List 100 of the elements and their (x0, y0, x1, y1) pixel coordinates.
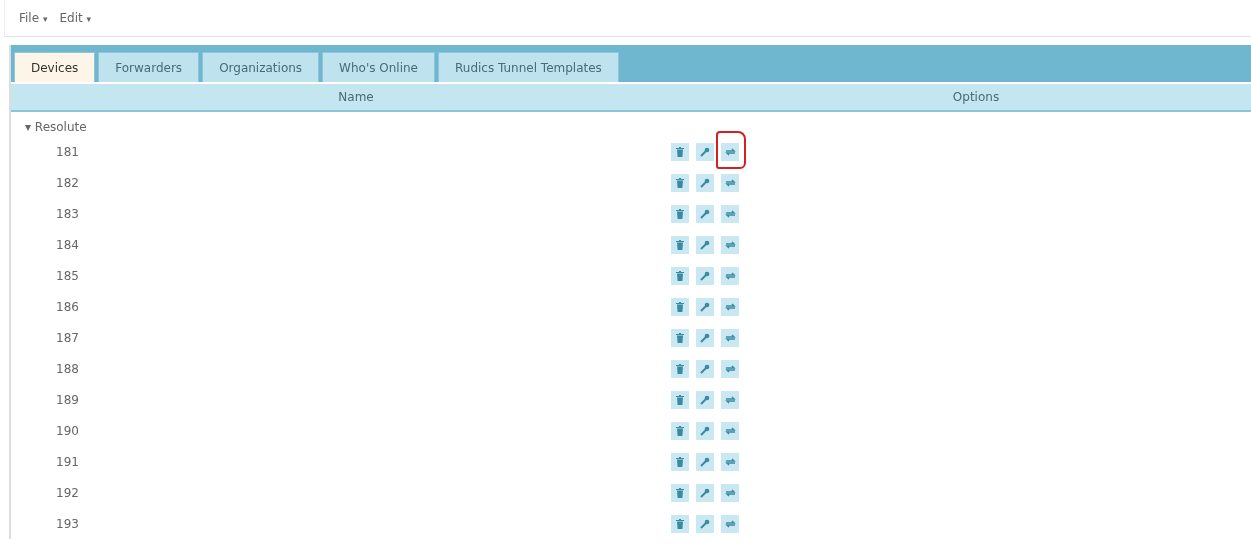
device-name: 182 (56, 175, 79, 190)
swap-arrows-icon (724, 394, 736, 405)
settings-button[interactable] (696, 204, 714, 223)
swap-arrows-icon (724, 456, 736, 467)
delete-button[interactable] (671, 142, 689, 161)
delete-button[interactable] (671, 421, 689, 440)
column-header: Options (951, 89, 1001, 106)
tab[interactable]: Organizations (202, 52, 320, 82)
tab[interactable]: Devices (14, 52, 96, 82)
swap-arrows-icon (724, 332, 736, 343)
device-name: 185 (56, 268, 79, 283)
trash-icon (676, 208, 684, 219)
device-name: 189 (56, 392, 79, 407)
delete-button[interactable] (671, 452, 689, 471)
wrench-icon (700, 270, 710, 281)
settings-button[interactable] (696, 421, 714, 440)
swap-button[interactable] (721, 514, 739, 533)
swap-button[interactable] (721, 390, 739, 409)
wrench-icon (700, 177, 710, 188)
wrench-icon (700, 425, 710, 436)
trash-icon (676, 518, 684, 529)
wrench-icon (700, 456, 710, 467)
swap-button[interactable] (721, 421, 739, 440)
trash-icon (676, 363, 684, 374)
swap-arrows-icon (724, 146, 736, 157)
delete-button[interactable] (671, 328, 689, 347)
device-name: 187 (56, 330, 79, 345)
delete-button[interactable] (671, 173, 689, 192)
wrench-icon (700, 146, 710, 157)
settings-button[interactable] (696, 359, 714, 378)
trash-icon (676, 270, 684, 281)
device-name: 184 (56, 237, 79, 252)
device-name: 193 (56, 516, 79, 531)
tab[interactable]: Who's Online (322, 52, 435, 82)
device-name: 183 (56, 206, 79, 221)
settings-button[interactable] (696, 142, 714, 161)
settings-button[interactable] (696, 173, 714, 192)
trash-icon (676, 456, 684, 467)
trash-icon (676, 425, 684, 436)
swap-button[interactable] (721, 452, 739, 471)
wrench-icon (700, 208, 710, 219)
delete-button[interactable] (671, 390, 689, 409)
wrench-icon (700, 363, 710, 374)
device-name: 190 (56, 423, 79, 438)
delete-button[interactable] (671, 514, 689, 533)
settings-button[interactable] (696, 266, 714, 285)
delete-button[interactable] (671, 297, 689, 316)
trash-icon (676, 332, 684, 343)
swap-arrows-icon (724, 518, 736, 529)
swap-button[interactable] (721, 142, 739, 161)
delete-button[interactable] (671, 359, 689, 378)
device-name: 186 (56, 299, 79, 314)
wrench-icon (700, 239, 710, 250)
trash-icon (676, 239, 684, 250)
tab[interactable]: Forwarders (98, 52, 200, 82)
wrench-icon (700, 301, 710, 312)
column-header: Name (337, 89, 375, 106)
menu-item[interactable]: File ▾ (19, 11, 48, 25)
menu-item[interactable]: Edit ▾ (59, 11, 92, 25)
device-name: 191 (56, 454, 79, 469)
wrench-icon (700, 487, 710, 498)
device-name: 192 (56, 485, 79, 500)
settings-button[interactable] (696, 297, 714, 316)
tree-group[interactable]: ▾ Resolute (11, 118, 1251, 136)
swap-arrows-icon (724, 177, 736, 188)
swap-button[interactable] (721, 359, 739, 378)
delete-button[interactable] (671, 483, 689, 502)
device-name: 188 (56, 361, 79, 376)
swap-arrows-icon (724, 270, 736, 281)
device-name: 181 (56, 144, 79, 159)
swap-button[interactable] (721, 483, 739, 502)
trash-icon (676, 301, 684, 312)
trash-icon (676, 487, 684, 498)
swap-button[interactable] (721, 204, 739, 223)
delete-button[interactable] (671, 235, 689, 254)
delete-button[interactable] (671, 204, 689, 223)
settings-button[interactable] (696, 235, 714, 254)
trash-icon (676, 146, 684, 157)
swap-arrows-icon (724, 301, 736, 312)
settings-button[interactable] (696, 452, 714, 471)
swap-button[interactable] (721, 297, 739, 316)
swap-button[interactable] (721, 266, 739, 285)
swap-arrows-icon (724, 239, 736, 250)
swap-button[interactable] (721, 328, 739, 347)
swap-arrows-icon (724, 363, 736, 374)
trash-icon (676, 394, 684, 405)
wrench-icon (700, 394, 710, 405)
settings-button[interactable] (696, 483, 714, 502)
swap-arrows-icon (724, 425, 736, 436)
trash-icon (676, 177, 684, 188)
settings-button[interactable] (696, 390, 714, 409)
swap-arrows-icon (724, 487, 736, 498)
settings-button[interactable] (696, 328, 714, 347)
swap-button[interactable] (721, 173, 739, 192)
settings-button[interactable] (696, 514, 714, 533)
delete-button[interactable] (671, 266, 689, 285)
swap-button[interactable] (721, 235, 739, 254)
tab[interactable]: Rudics Tunnel Templates (438, 52, 619, 82)
wrench-icon (700, 332, 710, 343)
wrench-icon (700, 518, 710, 529)
